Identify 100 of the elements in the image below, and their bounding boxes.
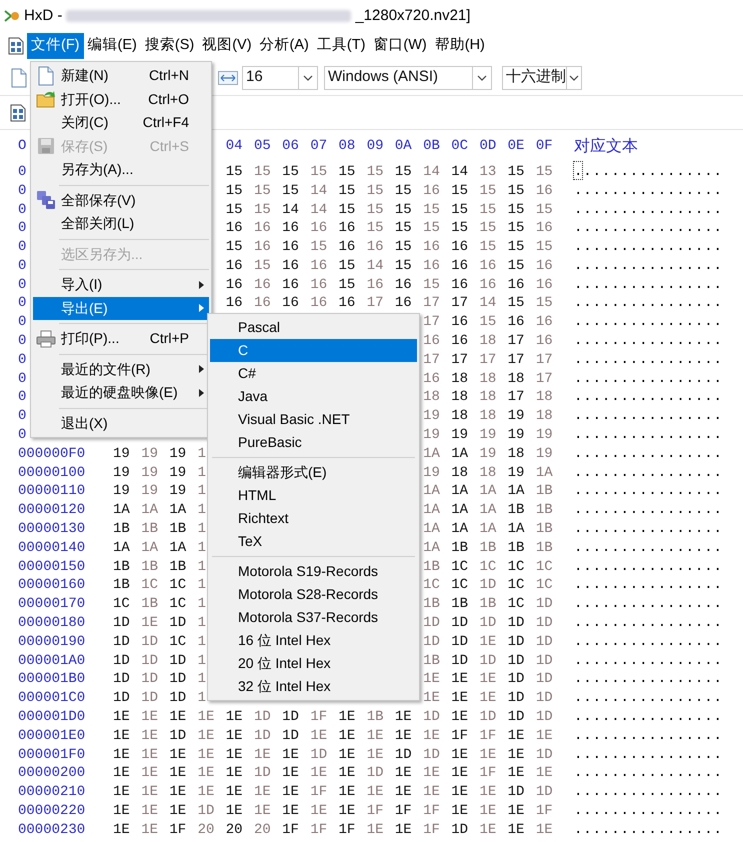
text-dump: ................ xyxy=(574,314,723,330)
hex-byte: 1E xyxy=(310,728,328,744)
hex-byte: 1C xyxy=(141,577,158,594)
hex-byte: 1F xyxy=(423,803,440,819)
hex-byte: 1F xyxy=(394,803,412,819)
menu-item[interactable]: 导出(E) xyxy=(33,296,209,320)
menu-bar-item[interactable]: 视图(V) xyxy=(198,33,256,59)
menu-bar-item[interactable]: 窗口(W) xyxy=(369,33,431,59)
row-offset: 000001A0 xyxy=(18,652,86,669)
hex-byte: 15 xyxy=(394,239,412,256)
column-header: 08 xyxy=(338,138,356,154)
menu-item[interactable]: 全部关闭(L) xyxy=(33,212,209,236)
menu-item[interactable]: 全部保存(V) xyxy=(33,188,209,212)
hex-byte: 16 xyxy=(536,220,553,236)
menu-item[interactable]: 打印(P)... Ctrl+P xyxy=(33,327,209,350)
hex-byte: 14 xyxy=(310,182,328,199)
menu-item[interactable]: 导入(I) xyxy=(33,273,209,296)
hex-byte: 1F xyxy=(169,822,186,838)
submenu-arrow-icon xyxy=(198,365,204,374)
menu-bar-item[interactable]: 编辑(E) xyxy=(84,33,141,59)
menu-bar-item[interactable]: 搜索(S) xyxy=(140,33,198,59)
submenu-item[interactable]: Motorola S19-Records xyxy=(210,560,417,583)
number-base-select[interactable]: 十六进制 xyxy=(502,66,582,90)
hex-byte: 1C xyxy=(536,558,553,575)
menu-item[interactable]: 最近的硬盘映像(E) xyxy=(33,381,209,404)
hex-byte: 1E xyxy=(113,803,130,819)
row-offset: 00000160 xyxy=(18,577,86,594)
menu-bar-item[interactable]: 帮助(H) xyxy=(430,33,489,59)
hex-byte: 1E xyxy=(366,746,384,763)
submenu-item[interactable]: Pascal xyxy=(210,316,417,339)
text-dump: ................ xyxy=(574,389,723,406)
hex-byte: 18 xyxy=(451,389,468,406)
submenu-item[interactable]: C xyxy=(210,339,417,362)
menu-item[interactable]: 新建(N) Ctrl+N xyxy=(33,64,209,88)
hex-byte: 1E xyxy=(366,728,384,744)
submenu-item[interactable]: 编辑器形式(E) xyxy=(210,461,417,484)
row-offset: 0 xyxy=(18,239,26,256)
hex-byte: 1 xyxy=(198,483,206,500)
hex-byte: 17 xyxy=(536,352,553,368)
hex-byte: 1E xyxy=(198,746,214,763)
submenu-item[interactable]: Motorola S28-Records xyxy=(210,583,417,606)
hex-byte: 15 xyxy=(226,182,243,199)
hex-byte: 1E xyxy=(282,784,299,800)
hex-byte: 1E xyxy=(198,784,214,800)
menu-bar-item[interactable]: 分析(A) xyxy=(256,33,313,59)
submenu-item[interactable]: Visual Basic .NET xyxy=(210,408,417,431)
submenu-item[interactable]: 32 位 Intel Hex xyxy=(210,675,417,698)
hex-byte: 14 xyxy=(282,202,299,218)
column-header: 0C xyxy=(451,138,468,154)
hex-byte: 1D xyxy=(282,728,299,744)
hex-byte: 1E xyxy=(423,765,440,782)
submenu-item[interactable]: 20 位 Intel Hex xyxy=(210,652,417,675)
hex-byte: 16 xyxy=(394,295,412,312)
row-offset: 000000F0 xyxy=(18,446,86,462)
hex-byte: 1E xyxy=(451,690,468,706)
hex-byte: 1E xyxy=(423,671,440,688)
hex-byte: 1A xyxy=(141,540,158,556)
submenu-item[interactable]: Java xyxy=(210,385,417,408)
menu-bar-item[interactable]: 文件(F) xyxy=(27,33,84,59)
hex-byte: 1D xyxy=(479,615,496,632)
menu-item[interactable]: 退出(X) xyxy=(33,412,209,435)
hex-byte: 1E xyxy=(423,690,440,706)
hex-byte: 1A xyxy=(423,483,440,500)
hex-byte: 18 xyxy=(536,408,553,424)
menu-item[interactable]: 打开(O)... Ctrl+O xyxy=(33,88,209,111)
submenu-item[interactable]: 16 位 Intel Hex xyxy=(210,629,417,652)
hex-byte: 1B xyxy=(423,596,440,612)
charset-select[interactable]: Windows (ANSI) xyxy=(324,66,492,90)
submenu-arrow-icon xyxy=(198,304,204,312)
hex-byte: 1D xyxy=(198,803,214,819)
column-header: 06 xyxy=(282,138,299,154)
hex-byte: 1E xyxy=(169,709,186,726)
hex-byte: 15 xyxy=(394,202,412,218)
hex-byte: 17 xyxy=(536,370,553,387)
hex-byte: 15 xyxy=(508,202,524,218)
submenu-item[interactable]: TeX xyxy=(210,530,417,553)
hex-byte: 1C xyxy=(508,558,524,575)
document-icon xyxy=(8,37,24,55)
hex-byte: 17 xyxy=(423,352,440,368)
hex-byte: 1E xyxy=(338,746,356,763)
menu-item[interactable]: 另存为(A)... xyxy=(33,158,209,182)
bytes-per-row-select[interactable]: 16 xyxy=(242,66,318,90)
text-dump: ................ xyxy=(574,634,723,650)
hex-byte: 1D xyxy=(536,615,553,632)
menu-item[interactable]: 最近的文件(R) xyxy=(33,358,209,381)
hex-byte: 1C xyxy=(508,577,524,594)
text-dump: ................ xyxy=(574,784,723,800)
submenu-item[interactable]: Motorola S37-Records xyxy=(210,606,417,629)
menu-item[interactable]: 关闭(C) Ctrl+F4 xyxy=(33,111,209,134)
menu-bar-item[interactable]: 工具(T) xyxy=(312,33,370,59)
hex-byte: 1A xyxy=(423,446,440,462)
hex-byte: 1E xyxy=(451,803,468,819)
submenu-item[interactable]: HTML xyxy=(210,484,417,507)
hex-byte: 15 xyxy=(338,276,356,293)
text-dump: ................ xyxy=(574,596,723,612)
dropdown-caret-icon xyxy=(303,74,313,80)
submenu-item[interactable]: Richtext xyxy=(210,507,417,530)
hex-byte: 1E xyxy=(508,728,524,744)
submenu-item[interactable]: C# xyxy=(210,362,417,385)
submenu-item[interactable]: PureBasic xyxy=(210,431,417,454)
